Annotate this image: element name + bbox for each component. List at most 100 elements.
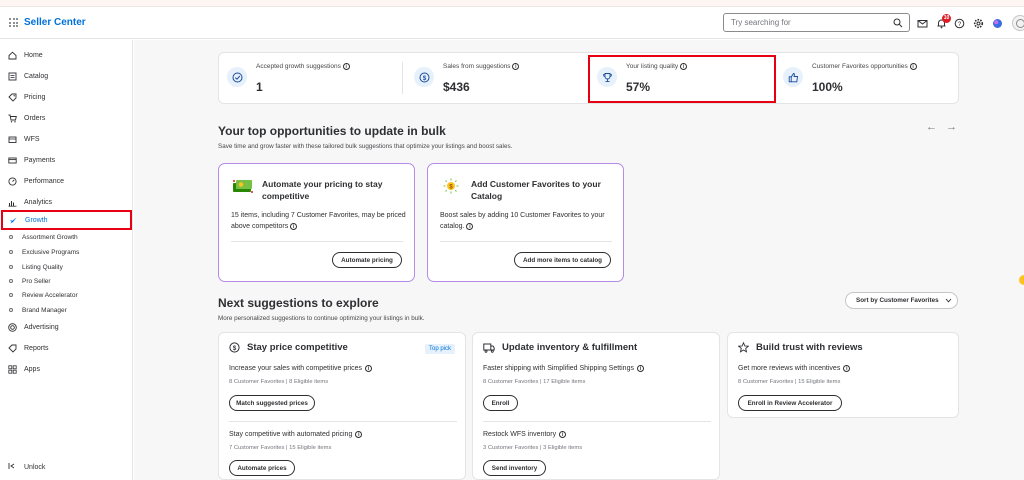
info-icon[interactable]: i — [843, 365, 851, 372]
info-icon[interactable]: i — [909, 63, 917, 70]
stat-value: 1 — [256, 80, 263, 94]
bullet — [9, 279, 13, 283]
next-section-title: Next suggestions to explore — [218, 296, 379, 310]
match-suggested-prices-button[interactable]: Match suggested prices — [229, 395, 315, 411]
sidebar-item-reports[interactable]: Reports — [0, 339, 132, 357]
search-placeholder: Try searching for — [731, 18, 791, 27]
svg-text:$: $ — [422, 75, 426, 81]
search-input[interactable]: Try searching for — [723, 13, 910, 32]
sidebar-subitem-exclusive-programs[interactable]: Exclusive Programs — [0, 245, 132, 259]
enroll-review-accelerator-button[interactable]: Enroll in Review Accelerator — [738, 395, 842, 411]
settings-icon[interactable] — [973, 18, 984, 29]
unlock-sidebar-button[interactable]: Unlock — [8, 462, 45, 472]
truck-icon — [8, 135, 17, 144]
catalog-icon — [8, 72, 17, 81]
truck-icon — [483, 343, 495, 353]
sidebar-item-label: Growth — [25, 216, 48, 224]
opportunity-card-pricing: Automate your pricing to stay competitiv… — [218, 163, 415, 282]
top-pick-badge: Top pick — [424, 344, 455, 354]
info-icon[interactable]: i — [466, 223, 474, 230]
sidebar-subitem-pro-seller[interactable]: Pro Seller — [0, 274, 132, 288]
suggestion-card-inventory: Update inventory & fulfillment Faster sh… — [472, 332, 720, 480]
sidebar-subitem-label: Listing Quality — [22, 263, 63, 271]
sidebar-subitem-label: Review Accelerator — [22, 291, 78, 299]
carousel-arrows: ←→ — [926, 121, 966, 133]
sidebar-subitem-assortment-growth[interactable]: Assortment Growth — [0, 230, 132, 244]
help-icon[interactable]: ? — [954, 18, 965, 29]
sidebar-item-wfs[interactable]: WFS — [0, 130, 132, 148]
sidebar-subitem-brand-manager[interactable]: Brand Manager — [0, 303, 132, 317]
chevron-down-icon — [945, 298, 951, 303]
dollar-circle-icon: $ — [229, 342, 240, 353]
stat-label: Accepted growth suggestions i — [256, 63, 350, 70]
apps-icon — [8, 364, 17, 374]
suggestion-title: Faster shipping with Simplified Shipping… — [483, 365, 644, 372]
sidebar-item-advertising[interactable]: Advertising — [0, 318, 132, 336]
ad-icon — [8, 322, 17, 332]
info-icon[interactable]: i — [365, 365, 373, 372]
sidebar-item-growth[interactable]: Growth — [1, 210, 132, 230]
card-header: $ Stay price competitive — [229, 342, 348, 353]
bullet — [9, 265, 13, 269]
stat-value: 100% — [812, 80, 843, 94]
sidebar-subitem-label: Pro Seller — [22, 277, 51, 285]
mail-icon[interactable] — [917, 18, 928, 29]
sidebar-item-pricing[interactable]: Pricing — [0, 88, 132, 106]
search-icon[interactable] — [893, 18, 903, 28]
enroll-button[interactable]: Enroll — [483, 395, 518, 411]
add-items-to-catalog-button[interactable]: Add more items to catalog — [514, 252, 611, 268]
suggestion-card-reviews: Build trust with reviews Get more review… — [727, 332, 959, 418]
sidebar-item-label: Analytics — [24, 198, 53, 206]
sidebar-item-label: Reports — [24, 344, 49, 352]
brand-logo[interactable]: Seller Center — [24, 17, 86, 28]
sidebar: Home Catalog Pricing Orders WFS Payments… — [0, 40, 133, 480]
card-description: Boost sales by adding 10 Customer Favori… — [440, 212, 605, 230]
avatar[interactable] — [1012, 15, 1024, 31]
divider — [440, 241, 612, 242]
info-icon[interactable]: i — [559, 431, 567, 438]
svg-text:$: $ — [233, 346, 237, 352]
suggestion-title: Restock WFS inventory i — [483, 431, 567, 438]
stat-customer-favorites: Customer Favorites opportunities i 100% — [775, 53, 958, 103]
sidebar-item-apps[interactable]: Apps — [0, 360, 132, 378]
info-icon[interactable]: i — [290, 223, 298, 230]
automate-pricing-button[interactable]: Automate pricing — [332, 252, 402, 268]
sidebar-item-orders[interactable]: Orders — [0, 109, 132, 127]
sidebar-subitem-listing-quality[interactable]: Listing Quality — [0, 260, 132, 274]
check-circle-icon — [227, 67, 247, 87]
arrow-right-icon[interactable]: → — [946, 121, 966, 133]
card-title: Stay price competitive — [247, 342, 348, 353]
side-panel-tab[interactable] — [1019, 275, 1024, 285]
sidebar-item-analytics[interactable]: Analytics — [0, 193, 132, 211]
suggestion-meta: 3 Customer Favorites | 3 Eligible items — [483, 445, 583, 451]
opportunity-card-customer-favorites: $ Add Customer Favorites to your Catalog… — [427, 163, 624, 282]
arrow-left-icon[interactable]: ← — [926, 121, 946, 133]
info-icon[interactable]: i — [355, 431, 363, 438]
card-header: Build trust with reviews — [738, 342, 863, 353]
unlock-label: Unlock — [24, 463, 46, 471]
assistant-icon[interactable] — [992, 18, 1003, 29]
top-strip — [0, 0, 1024, 7]
sidebar-item-performance[interactable]: Performance — [0, 172, 132, 190]
suggestion-title: Increase your sales with competitive pri… — [229, 365, 373, 372]
notification-badge: 10 — [942, 14, 951, 23]
sidebar-subitem-review-accelerator[interactable]: Review Accelerator — [0, 288, 132, 302]
info-icon[interactable]: i — [512, 63, 520, 70]
sidebar-item-home[interactable]: Home — [0, 46, 132, 64]
automate-prices-button[interactable]: Automate prices — [229, 460, 295, 476]
sidebar-item-label: Apps — [24, 365, 40, 373]
sidebar-item-label: Performance — [24, 177, 65, 185]
info-icon[interactable]: i — [342, 63, 350, 70]
stat-accepted-suggestions: Accepted growth suggestions i 1 — [219, 53, 402, 103]
sidebar-subitem-label: Brand Manager — [22, 306, 67, 314]
sidebar-item-catalog[interactable]: Catalog — [0, 67, 132, 85]
suggestion-meta: 8 Customer Favorites | 8 Eligible items — [229, 379, 329, 385]
sort-dropdown[interactable]: Sort by Customer Favorites — [845, 292, 958, 309]
send-inventory-button[interactable]: Send inventory — [483, 460, 546, 476]
apps-grid-icon[interactable] — [9, 18, 18, 27]
suggestion-meta: 8 Customer Favorites | 17 Eligible items — [483, 379, 586, 385]
chart-icon — [8, 198, 17, 207]
suggestion-title: Get more reviews with incentives i — [738, 365, 851, 372]
info-icon[interactable]: i — [636, 365, 644, 372]
sidebar-item-payments[interactable]: Payments — [0, 151, 132, 169]
